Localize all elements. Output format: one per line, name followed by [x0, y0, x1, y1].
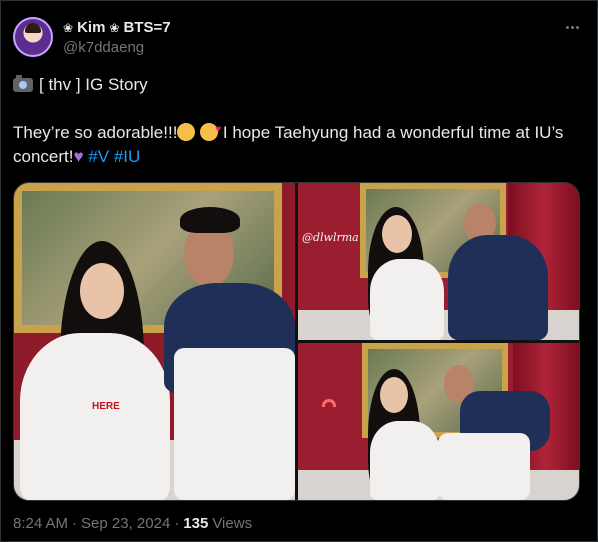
person-face: [80, 263, 124, 319]
photo-3[interactable]: [298, 343, 579, 500]
tweet-header: ❀ Kim ❀ BTS=7 @k7ddaeng: [13, 17, 587, 61]
more-icon: [565, 25, 569, 29]
tweet-date[interactable]: Sep 23, 2024: [81, 515, 170, 532]
author-handle[interactable]: @k7ddaeng: [63, 39, 144, 56]
media-grid: HERE @dlwlrma: [13, 182, 580, 501]
flower-icon: ❀: [63, 20, 74, 35]
avatar[interactable]: [13, 17, 53, 57]
person-face: [380, 377, 408, 413]
person-shirt: [370, 259, 444, 340]
more-button[interactable]: [561, 17, 583, 37]
flower-icon: ❀: [109, 20, 120, 35]
hashtag-link[interactable]: #IU: [114, 147, 140, 166]
face-holding-back-tears-icon: [177, 123, 196, 141]
tweet-text-line1: [ thv ] IG Story: [13, 73, 587, 97]
purple-heart-icon: ♥: [73, 147, 84, 166]
views-count: 135: [183, 515, 209, 532]
photo-1[interactable]: HERE: [14, 183, 295, 500]
person-shirt: [174, 348, 295, 500]
smiling-face-with-hearts-icon: [200, 118, 221, 142]
photo-2[interactable]: @dlwlrma: [298, 183, 579, 340]
tweet-title: [ thv ] IG Story: [39, 75, 148, 94]
views-label: Views: [212, 515, 253, 532]
tweet-time[interactable]: 8:24 AM: [13, 515, 68, 532]
person-face: [382, 215, 412, 253]
tweet-card: ❀ Kim ❀ BTS=7 @k7ddaeng [ thv ] IG Story…: [0, 0, 598, 542]
meta-separator: ·: [72, 515, 78, 532]
meta-separator: ·: [174, 515, 180, 532]
more-icon-dot: [575, 25, 579, 29]
more-icon-dot: [570, 25, 574, 29]
author-name[interactable]: ❀ Kim ❀ BTS=7: [63, 19, 171, 36]
display-name-part1: Kim: [77, 19, 106, 36]
camera-with-flash-icon: [13, 75, 33, 92]
hashtag-link[interactable]: #V: [88, 147, 109, 166]
watermark-text: @dlwlrma: [302, 231, 359, 244]
person-shirt: [20, 333, 170, 500]
person-hair: [180, 207, 240, 233]
display-name-part2: BTS=7: [123, 19, 171, 36]
tweet-text-body: They’re so adorable!!! I hope Taehyung h…: [13, 118, 587, 169]
person-shirt: [370, 421, 440, 500]
shirt-text: HERE: [92, 401, 120, 412]
person-shirt: [438, 433, 530, 500]
tweet-meta: 8:24 AM · Sep 23, 2024 · 135 Views: [13, 515, 252, 532]
tweet-body-part2: I hope Taehyung had a wonderful time at …: [222, 123, 564, 142]
tweet-body-part1: They’re so adorable!!!: [13, 123, 178, 142]
person-hoodie: [448, 235, 548, 340]
tweet-body-part3: concert!: [13, 147, 74, 166]
rainbow-icon: [322, 399, 336, 407]
